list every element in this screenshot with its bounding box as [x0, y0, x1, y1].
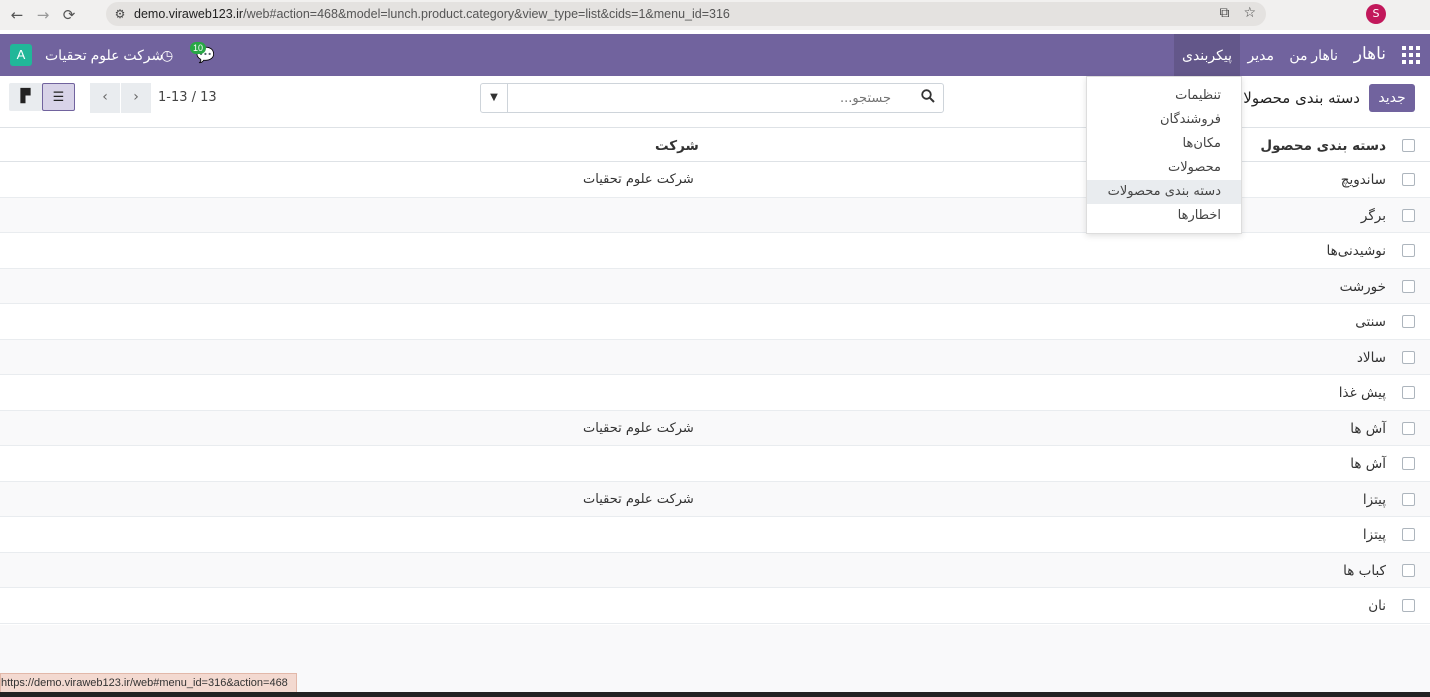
row-name: پیتزا: [1362, 527, 1386, 543]
row-company: شرکت علوم تحقیات: [583, 172, 694, 187]
row-checkbox[interactable]: [1402, 350, 1415, 364]
table-row[interactable]: نان: [0, 588, 1430, 624]
url-text[interactable]: demo.viraweb123.ir/web#action=468&model=…: [134, 7, 730, 21]
new-button[interactable]: جدید: [1369, 84, 1415, 112]
dropdown-item-products[interactable]: محصولات: [1087, 156, 1241, 180]
row-checkbox[interactable]: [1402, 421, 1415, 435]
address-bar[interactable]: ⚙ demo.viraweb123.ir/web#action=468&mode…: [106, 2, 1266, 26]
table-row[interactable]: آش ها: [0, 446, 1430, 482]
row-name: خورشت: [1339, 278, 1386, 295]
activity-clock-icon[interactable]: ◷: [161, 47, 173, 64]
chat-count-badge: 10: [190, 42, 207, 54]
row-checkbox[interactable]: [1402, 173, 1415, 186]
pager-value[interactable]: 1-13 / 13: [158, 90, 217, 105]
row-name: آش ها: [1350, 456, 1386, 472]
search-options-caret-icon[interactable]: ▼: [481, 84, 508, 112]
bookmark-star-icon[interactable]: ☆: [1243, 5, 1256, 21]
row-name: پیتزا: [1362, 491, 1386, 508]
pager-next-icon[interactable]: ›: [121, 83, 151, 113]
table-row[interactable]: سالاد: [0, 339, 1430, 375]
taskbar-strip: [0, 692, 1430, 697]
menu-manager[interactable]: مدیر: [1248, 47, 1274, 64]
row-checkbox[interactable]: [1402, 563, 1415, 577]
dropdown-item-product-categories[interactable]: دسته بندی محصولات: [1087, 180, 1241, 204]
row-checkbox[interactable]: [1402, 599, 1415, 612]
menu-configuration[interactable]: پیکربندی: [1173, 34, 1240, 76]
row-name: نوشیدنی‌ها: [1326, 243, 1386, 259]
company-badge[interactable]: A: [10, 44, 32, 66]
search-input[interactable]: [511, 86, 891, 110]
row-checkbox[interactable]: [1402, 244, 1415, 257]
dropdown-item-locations[interactable]: مکان‌ها: [1087, 132, 1241, 156]
kanban-view-icon[interactable]: ▛: [9, 83, 42, 111]
row-checkbox[interactable]: [1402, 492, 1415, 506]
row-company: شرکت علوم تحقیات: [583, 420, 694, 436]
app-brand[interactable]: ناهار: [1354, 44, 1386, 64]
row-name: برگر: [1360, 207, 1386, 224]
row-company: شرکت علوم تحقیات: [583, 491, 694, 507]
dropdown-item-settings[interactable]: تنظیمات: [1087, 84, 1241, 108]
forward-icon[interactable]: →: [30, 6, 56, 24]
install-app-icon[interactable]: ⧉: [1219, 5, 1229, 21]
select-all-checkbox[interactable]: [1402, 139, 1415, 152]
status-bar-link: https://demo.viraweb123.ir/web#menu_id=3…: [0, 673, 297, 693]
table-row[interactable]: پیتزا شرکت علوم تحقیات: [0, 481, 1430, 517]
row-checkbox[interactable]: [1402, 315, 1415, 328]
row-name: کباب ها: [1343, 562, 1386, 579]
row-checkbox[interactable]: [1402, 528, 1415, 541]
row-name: سنتی: [1355, 314, 1386, 330]
table-row[interactable]: پیتزا: [0, 517, 1430, 553]
search-icon: [921, 89, 935, 107]
row-name: پیش غذا: [1338, 385, 1386, 401]
table-row[interactable]: آش ها شرکت علوم تحقیات: [0, 410, 1430, 446]
table-row[interactable]: پیش غذا: [0, 375, 1430, 411]
list-view-icon[interactable]: ☰: [42, 83, 75, 111]
table-row[interactable]: نوشیدنی‌ها: [0, 233, 1430, 269]
pager-prev-icon[interactable]: ‹: [90, 83, 120, 113]
top-navbar: ناهار ناهار من مدیر پیکربندی A شرکت علوم…: [0, 34, 1430, 76]
row-name: ساندویچ: [1340, 172, 1386, 188]
table-row[interactable]: خورشت: [0, 268, 1430, 304]
header-company[interactable]: شرکت: [655, 138, 699, 154]
back-icon[interactable]: ←: [4, 6, 30, 24]
table-row[interactable]: سنتی: [0, 304, 1430, 340]
dropdown-item-vendors[interactable]: فروشندگان: [1087, 108, 1241, 132]
header-category[interactable]: دسته بندی محصول: [1260, 138, 1386, 154]
reload-icon[interactable]: ⟳: [56, 6, 82, 24]
dropdown-item-alerts[interactable]: اخطارها: [1087, 204, 1241, 228]
row-checkbox[interactable]: [1402, 208, 1415, 222]
table-row[interactable]: کباب ها: [0, 552, 1430, 588]
menu-my-lunch[interactable]: ناهار من: [1289, 47, 1338, 64]
profile-avatar[interactable]: S: [1366, 4, 1386, 24]
breadcrumb: دسته بندی محصولات: [1229, 89, 1360, 107]
apps-grid-icon[interactable]: [1402, 46, 1420, 64]
search-bar: ▼: [480, 83, 944, 113]
row-checkbox[interactable]: [1402, 457, 1415, 470]
row-checkbox[interactable]: [1402, 279, 1415, 293]
configuration-dropdown: تنظیمات فروشندگان مکان‌ها محصولات دسته ب…: [1086, 76, 1242, 234]
row-checkbox[interactable]: [1402, 386, 1415, 399]
row-name: آش ها: [1350, 420, 1386, 437]
company-switcher[interactable]: شرکت علوم تحقیات: [45, 47, 163, 64]
site-settings-icon[interactable]: ⚙: [106, 7, 134, 21]
row-name: سالاد: [1356, 349, 1386, 366]
row-name: نان: [1368, 598, 1386, 614]
